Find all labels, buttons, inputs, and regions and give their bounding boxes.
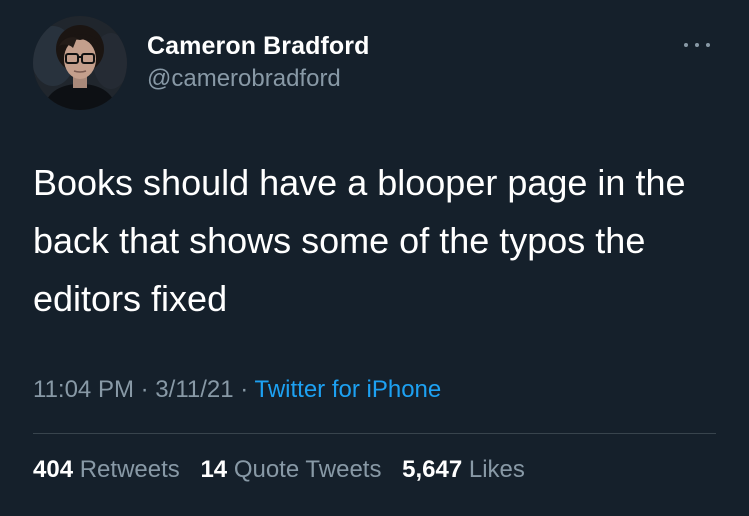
- tweet-source-link[interactable]: Twitter for iPhone: [255, 376, 442, 403]
- meta-separator: ·: [140, 376, 149, 403]
- quotes-count: 14: [200, 456, 228, 483]
- user-handle[interactable]: @camerobradford: [147, 65, 341, 93]
- likes-count: 5,647: [402, 456, 463, 483]
- tweet-date[interactable]: 3/11/21: [155, 376, 233, 403]
- retweets-count: 404: [33, 456, 74, 483]
- tweet-card: Cameron Bradford @camerobradford Books s…: [0, 0, 749, 516]
- display-name[interactable]: Cameron Bradford: [147, 32, 369, 61]
- quotes-label: Quote Tweets: [233, 456, 382, 483]
- tweet-time[interactable]: 11:04 PM: [33, 376, 134, 403]
- tweet-stats: 404 Retweets 14 Quote Tweets 5,647 Likes: [33, 456, 539, 484]
- avatar[interactable]: [33, 16, 127, 110]
- more-horizontal-icon[interactable]: [680, 34, 714, 54]
- likes-label: Likes: [468, 456, 525, 483]
- retweets-label: Retweets: [79, 456, 180, 483]
- avatar-image: [33, 16, 127, 110]
- divider: [33, 433, 716, 434]
- retweets-stat[interactable]: 404 Retweets: [33, 456, 180, 483]
- quote-tweets-stat[interactable]: 14 Quote Tweets: [200, 456, 381, 483]
- likes-stat[interactable]: 5,647 Likes: [402, 456, 525, 483]
- tweet-text: Books should have a blooper page in the …: [33, 162, 686, 319]
- meta-separator: ·: [240, 376, 249, 403]
- tweet-metadata: 11:04 PM · 3/11/21 · Twitter for iPhone: [33, 376, 441, 404]
